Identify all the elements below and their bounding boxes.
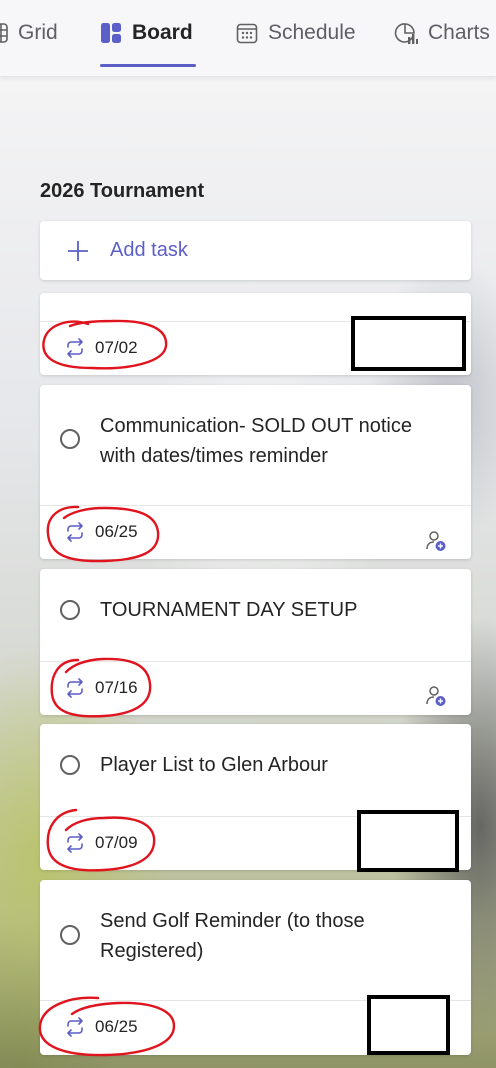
bucket-title: 2026 Tournament [40,180,205,202]
redaction-box [367,995,450,1055]
due-date-text: 07/16 [95,678,138,697]
task-card[interactable]: Communication- SOLD OUT notice with date… [40,385,471,559]
task-card[interactable]: TOURNAMENT DAY SETUP 07/16 [40,569,471,715]
calendar-icon [236,22,258,44]
add-task-label: Add task [110,239,188,261]
complete-checkbox[interactable] [60,755,80,775]
repeat-icon [64,678,86,698]
due-date-text: 06/25 [95,522,138,541]
plus-icon [66,239,90,263]
due-date: 07/09 [64,833,138,853]
repeat-icon [64,833,86,853]
due-date-text: 07/09 [95,833,138,852]
due-date-text: 07/02 [95,338,138,357]
task-title: Send Golf Reminder (to those Registered) [100,910,365,962]
tab-grid[interactable]: Grid [0,0,58,66]
complete-checkbox[interactable] [60,429,80,449]
active-tab-indicator [100,64,196,67]
tab-grid-label: Grid [18,21,58,44]
due-date-text: 06/25 [95,1017,138,1036]
tab-schedule[interactable]: Schedule [236,0,356,66]
tab-board-label: Board [132,21,193,44]
view-tabs-bar: Grid Board Schedule Charts [0,0,496,77]
tab-schedule-label: Schedule [268,21,356,44]
repeat-icon [64,522,86,542]
due-date: 06/25 [64,1017,138,1037]
due-date: 07/16 [64,678,138,698]
due-date: 06/25 [64,522,138,542]
repeat-icon [64,338,86,358]
complete-checkbox[interactable] [60,925,80,945]
card-divider [40,505,471,506]
task-title: Communication- SOLD OUT notice with date… [100,415,412,467]
grid-icon [0,23,8,43]
assign-icon[interactable] [425,685,447,707]
tab-charts-label: Charts [428,21,490,44]
redaction-box [351,316,466,371]
task-title: TOURNAMENT DAY SETUP [100,599,358,621]
complete-checkbox[interactable] [60,600,80,620]
chart-icon [394,21,418,45]
repeat-icon [64,1017,86,1037]
tab-board[interactable]: Board [100,0,196,67]
due-date: 07/02 [64,338,138,358]
card-divider [40,661,471,662]
tab-charts[interactable]: Charts [394,0,490,66]
task-title: Player List to Glen Arbour [100,754,328,776]
assign-icon[interactable] [425,530,447,552]
board-icon [100,22,122,44]
add-task-button[interactable]: Add task [40,221,471,280]
redaction-box [357,810,459,872]
